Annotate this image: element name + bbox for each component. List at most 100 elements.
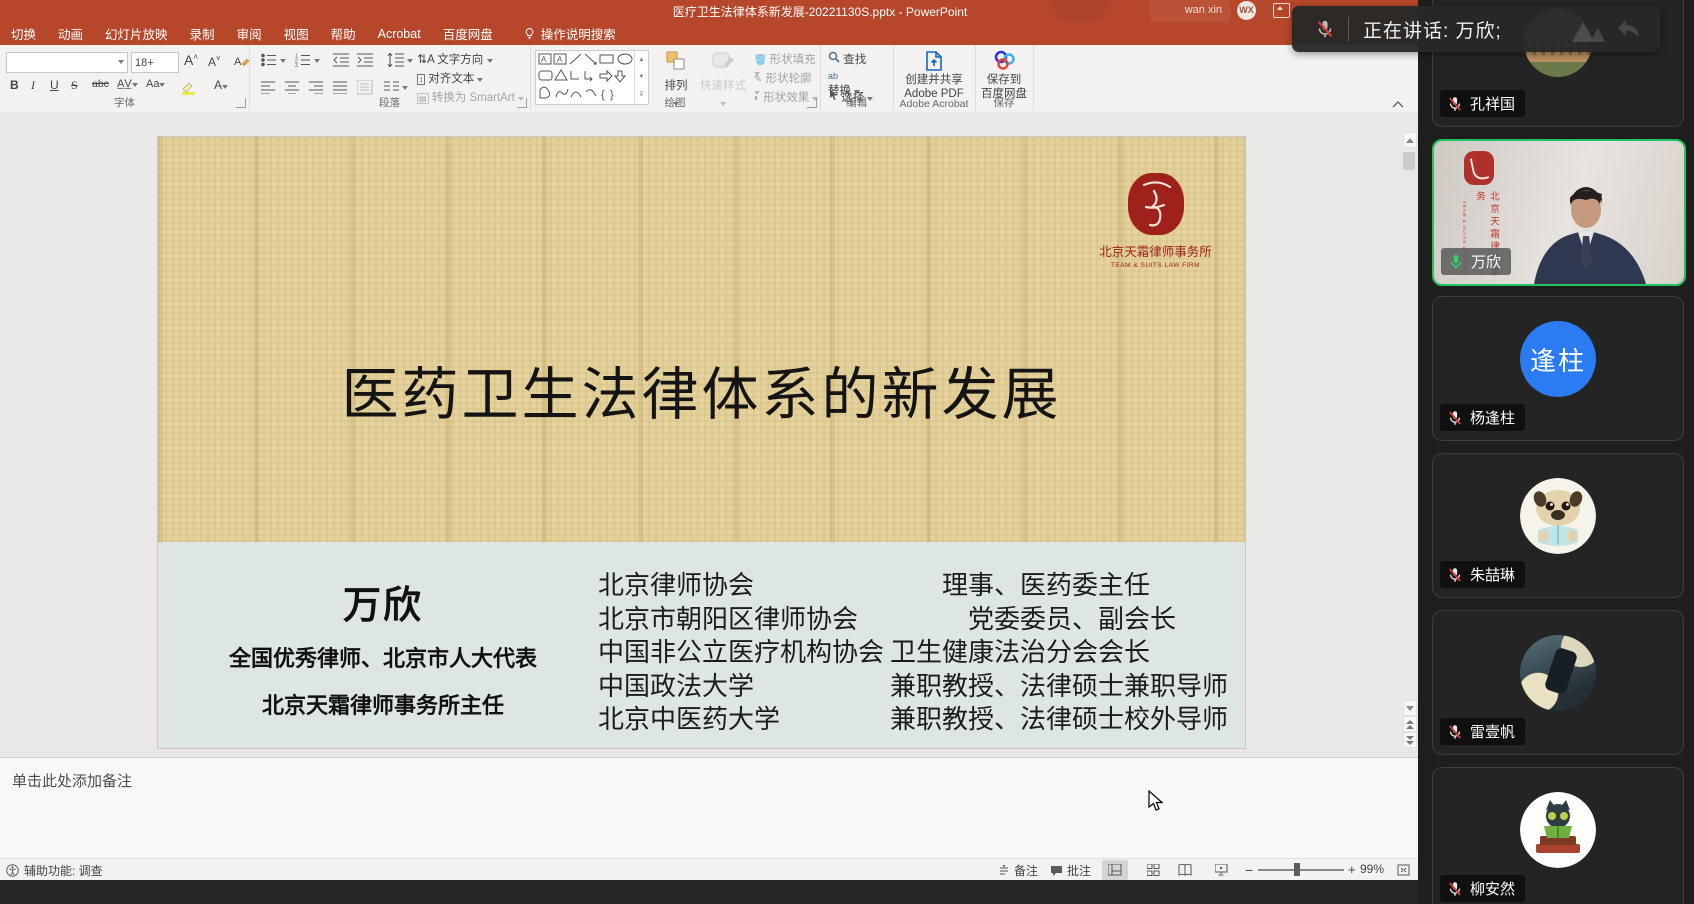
increase-indent-icon[interactable] (357, 53, 374, 67)
participant-tile-zhuzhelin[interactable]: 朱喆琳 (1432, 453, 1684, 598)
slide-title[interactable]: 医药卫生法律体系的新发展 (158, 349, 1245, 431)
justify-icon[interactable] (333, 81, 348, 94)
zoom-slider-track[interactable] (1258, 869, 1344, 871)
tab-help[interactable]: 帮助 (320, 21, 367, 46)
decrease-indent-icon[interactable] (333, 53, 350, 67)
increase-font-size-button[interactable]: A˄ (184, 52, 198, 68)
undo-arrow-icon (1612, 14, 1642, 44)
zoom-out-button[interactable]: − (1245, 862, 1253, 878)
tell-me-search[interactable]: 操作说明搜索 (512, 21, 627, 46)
zoom-level[interactable]: 99% (1360, 862, 1384, 876)
numbering-dropdown[interactable] (314, 59, 320, 63)
find-button[interactable]: 查找 (828, 51, 866, 67)
zoom-in-button[interactable]: + (1348, 862, 1356, 877)
create-share-pdf-button[interactable]: 创建并共享Adobe PDF (893, 73, 975, 101)
notes-pane[interactable]: 单击此处添加备注 (0, 757, 1418, 859)
participant-name: 雷壹帆 (1470, 721, 1515, 742)
participant-tile-yangfengzhu[interactable]: 逢柱 杨逢柱 (1432, 296, 1684, 441)
accessibility-status[interactable]: 辅助功能: 调查 (24, 862, 103, 879)
notes-placeholder: 单击此处添加备注 (12, 770, 132, 791)
tab-baidu-netdisk[interactable]: 百度网盘 (432, 21, 504, 46)
bullets-icon[interactable] (261, 53, 277, 67)
slideshow-view-button[interactable] (1208, 860, 1234, 880)
comments-toggle[interactable]: 批注 (1050, 862, 1091, 879)
participant-nameplate: 雷壹帆 (1440, 718, 1525, 745)
mic-muted-icon (1446, 566, 1464, 584)
fit-slide-to-window-button[interactable] (1390, 860, 1416, 880)
tab-record[interactable]: 录制 (179, 21, 226, 46)
scrollbar-thumb[interactable] (1403, 152, 1415, 170)
underline-button[interactable]: U (50, 78, 59, 92)
tab-view[interactable]: 视图 (273, 21, 320, 46)
italic-button[interactable]: I (31, 78, 35, 93)
numbering-icon[interactable]: 123 (295, 53, 311, 67)
role-line: 党委委员、副会长 (890, 603, 1220, 637)
line-spacing-dropdown[interactable] (407, 59, 413, 63)
drawing-group-label: 绘图 (530, 95, 820, 110)
scroll-up-button[interactable] (1403, 132, 1417, 148)
affiliation-line: 中国非公立医疗机构协会 (598, 636, 888, 670)
tab-acrobat[interactable]: Acrobat (367, 24, 432, 44)
drawing-dialog-launcher[interactable] (807, 98, 817, 108)
participant-tile-liuanran[interactable]: 柳安然 (1432, 767, 1684, 904)
zoom-slider-thumb[interactable] (1294, 863, 1300, 876)
save-group-label: 保存 (975, 95, 1033, 110)
font-size-combobox[interactable] (131, 52, 179, 73)
columns-dropdown[interactable] (402, 86, 408, 90)
avatar-cyclist-photo (1520, 635, 1596, 711)
previous-slide-button[interactable] (1403, 716, 1417, 732)
bullets-dropdown[interactable] (280, 59, 286, 63)
columns-icon[interactable] (384, 81, 399, 94)
scroll-down-button[interactable] (1403, 700, 1417, 716)
collapse-ribbon-chevron[interactable] (1392, 100, 1404, 110)
align-text-button[interactable]: ↕ 对齐文本 (417, 70, 483, 86)
align-left-icon[interactable] (261, 81, 276, 94)
tab-animations[interactable]: 动画 (47, 21, 94, 46)
active-speaker-banner[interactable]: 正在讲话: 万欣; (1292, 6, 1660, 52)
text-shadow-button[interactable]: abc (92, 78, 109, 90)
drawing-group: A A (530, 45, 821, 111)
svg-text:A: A (557, 55, 563, 64)
participant-tile-leiyifan[interactable]: 雷壹帆 (1432, 610, 1684, 755)
slide-scrollbar[interactable] (1402, 118, 1416, 750)
affiliation-line: 北京中医药大学 (598, 703, 888, 737)
banner-divider (1348, 17, 1349, 41)
tab-review[interactable]: 审阅 (226, 21, 273, 46)
font-dialog-launcher[interactable] (236, 98, 246, 108)
normal-view-button[interactable] (1102, 860, 1128, 880)
slide-editing-area: 医药卫生法律体系的新发展 北京天霜律师事务所 TEAM & SUITS LAW … (0, 112, 1418, 757)
highlight-color-icon[interactable] (180, 79, 200, 95)
align-center-icon[interactable] (285, 81, 300, 94)
line-spacing-icon[interactable] (387, 53, 405, 67)
notes-toggle[interactable]: 备注 (998, 862, 1038, 879)
role-line: 兼职教授、法律硕士校外导师 (890, 703, 1220, 737)
distribute-text-icon[interactable] (357, 80, 373, 95)
clear-formatting-icon[interactable]: A (233, 53, 249, 69)
paragraph-dialog-launcher[interactable] (517, 98, 527, 108)
acrobat-group-label: Adobe Acrobat (893, 98, 975, 110)
slide-upper-band: 医药卫生法律体系的新发展 北京天霜律师事务所 TEAM & SUITS LAW … (158, 137, 1245, 542)
bold-button[interactable]: B (10, 78, 19, 92)
font-name-combobox[interactable] (6, 52, 128, 73)
next-slide-button[interactable] (1403, 732, 1417, 748)
account-name[interactable]: wan xin (1185, 4, 1222, 16)
font-color-button[interactable]: A (214, 78, 228, 92)
ribbon: A˄ A˅ A B I U S abc A̲V̲ Aa A 字体 123 (0, 45, 1418, 113)
slide-canvas[interactable]: 医药卫生法律体系的新发展 北京天霜律师事务所 TEAM & SUITS LAW … (158, 137, 1245, 748)
text-direction-button[interactable]: ⇅A 文字方向 (417, 51, 493, 67)
change-case-button[interactable]: Aa (146, 78, 165, 90)
mic-muted-icon (1446, 409, 1464, 427)
tab-transitions[interactable]: 切换 (0, 21, 47, 46)
participant-tile-wanxin[interactable]: 北京天霜律师事务 TEAM & SUITS LAW FIRM 万欣 (1432, 139, 1686, 286)
ribbon-display-options-icon[interactable] (1273, 3, 1290, 18)
tab-slideshow[interactable]: 幻灯片放映 (94, 21, 179, 46)
account-avatar[interactable]: WX (1237, 1, 1256, 20)
document-title: 医疗卫生法律体系新发展-20221130S.pptx - PowerPoint (560, 3, 1080, 20)
align-right-icon[interactable] (309, 81, 324, 94)
slide-sorter-view-button[interactable] (1140, 860, 1166, 880)
comment-icon (1050, 865, 1063, 877)
strikethrough-button[interactable]: S (71, 78, 78, 93)
decrease-font-size-button[interactable]: A˅ (208, 54, 221, 69)
character-spacing-button[interactable]: A̲V̲ (117, 78, 138, 90)
reading-view-button[interactable] (1172, 860, 1198, 880)
